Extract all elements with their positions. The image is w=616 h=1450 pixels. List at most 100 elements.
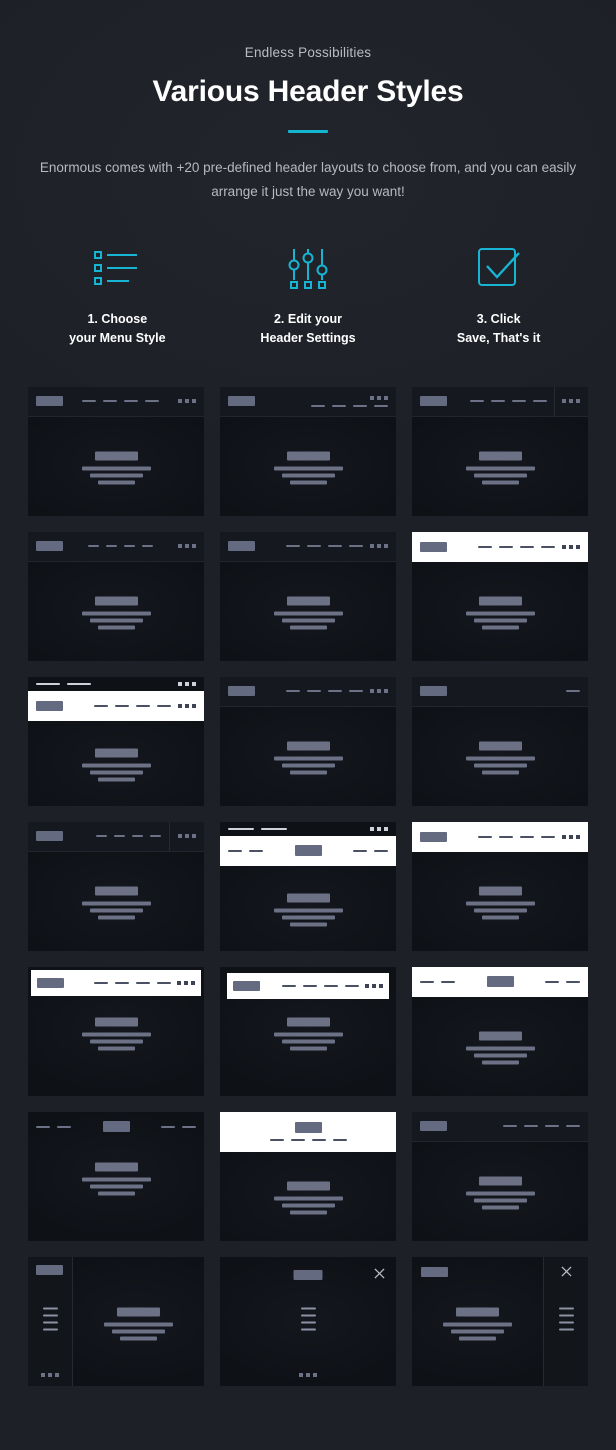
logo-block: [228, 541, 255, 552]
header-style-thumbnail-21[interactable]: [412, 1256, 588, 1386]
header-style-thumbnail-10[interactable]: [28, 821, 204, 951]
thumb-header-bar: [28, 1112, 204, 1142]
header-style-thumbnail-16[interactable]: [28, 1111, 204, 1241]
hero-placeholder: [220, 893, 396, 927]
hero-placeholder: [220, 1181, 396, 1215]
thumb-header-bar: [412, 1111, 588, 1142]
nav-items: [96, 835, 161, 838]
thumb-header-bar: [28, 690, 204, 721]
nav-items: [94, 704, 171, 707]
nav-items: [94, 981, 171, 984]
steps-section: 1. Choose your Menu Style 2. Edit your H…: [0, 240, 616, 349]
step-3-label: 3. Click Save, That's it: [456, 312, 541, 346]
header-icons: [562, 399, 580, 404]
nav-items: [470, 400, 547, 403]
close-icon[interactable]: [561, 1266, 572, 1277]
hero-placeholder: [220, 596, 396, 630]
thumb-header-bar: [220, 676, 396, 707]
header-divider: [554, 386, 555, 416]
thumb-header-bar: [220, 386, 396, 417]
header-style-thumbnail-1[interactable]: [28, 386, 204, 516]
hero-placeholder: [412, 886, 588, 920]
nav-items: [503, 1125, 580, 1128]
header-icons: [562, 834, 580, 839]
thumb-header-bar: [28, 821, 204, 852]
nav-items: [88, 545, 153, 548]
thumb-body: [412, 416, 588, 516]
header-style-thumbnail-13[interactable]: [28, 966, 204, 1096]
header-style-thumbnail-3[interactable]: [412, 386, 588, 516]
logo-block: [36, 1264, 63, 1275]
thumb-body: [412, 1141, 588, 1241]
header-style-thumbnail-2[interactable]: [220, 386, 396, 516]
thumb-body: [220, 865, 396, 951]
logo-block: [228, 396, 255, 407]
logo-block: [294, 1122, 322, 1134]
header-style-thumbnail-6[interactable]: [412, 531, 588, 661]
header-style-thumbnail-19[interactable]: [28, 1256, 204, 1386]
nav-items: [311, 404, 388, 407]
logo-block: [420, 686, 447, 697]
logo-block: [36, 831, 63, 842]
logo-block: [233, 980, 260, 991]
hero-placeholder: [28, 748, 204, 782]
thumb-body: [412, 996, 588, 1096]
nav-items: [478, 835, 555, 838]
header-icons: [370, 544, 388, 549]
logo-block: [36, 541, 63, 552]
header-style-thumbnail-9[interactable]: [412, 676, 588, 806]
header-icons: [178, 544, 196, 549]
hero-placeholder: [28, 886, 204, 920]
thumb-body: [220, 1151, 396, 1241]
header-style-thumbnail-18[interactable]: [412, 1111, 588, 1241]
hero-placeholder: [220, 741, 396, 775]
logo-block: [486, 976, 514, 988]
nav-items-left: [228, 849, 263, 852]
nav-items: [286, 545, 363, 548]
header-style-thumbnail-17[interactable]: [220, 1111, 396, 1241]
checkbox-check-icon: [403, 240, 594, 296]
header-style-thumbnail-5[interactable]: [220, 531, 396, 661]
logo-block: [293, 1269, 323, 1280]
header-icons: [370, 395, 388, 400]
header-icons: [562, 544, 580, 549]
logo-block: [421, 1266, 448, 1277]
close-icon[interactable]: [374, 1268, 385, 1279]
header-style-thumbnail-12[interactable]: [412, 821, 588, 951]
thumb-body: [220, 706, 396, 806]
thumb-header-bar: [412, 966, 588, 997]
sidebar-icons: [28, 1372, 72, 1377]
header-style-thumbnail-11[interactable]: [220, 821, 396, 951]
topbar-icons: [178, 681, 196, 686]
logo-block: [36, 700, 63, 711]
thumb-body: [73, 1256, 204, 1386]
intro-section: Endless Possibilities Various Header Sty…: [0, 0, 616, 204]
thumb-body: [28, 561, 204, 661]
header-style-thumbnail-20[interactable]: [220, 1256, 396, 1386]
thumb-header-bar: [412, 821, 588, 852]
thumb-body: [220, 416, 396, 516]
header-style-thumbnail-4[interactable]: [28, 531, 204, 661]
hero-placeholder: [412, 741, 588, 775]
nav-items-right: [545, 980, 580, 983]
bullet-list-icon: [22, 240, 213, 296]
header-style-thumbnail-15[interactable]: [412, 966, 588, 1096]
thumb-header-bar: [28, 386, 204, 417]
header-style-thumbnail-7[interactable]: [28, 676, 204, 806]
step-2: 2. Edit your Header Settings: [213, 240, 404, 349]
sidebar-nav-items: [28, 1307, 72, 1331]
hero-placeholder: [28, 451, 204, 485]
step-2-label: 2. Edit your Header Settings: [260, 312, 356, 346]
logo-block: [420, 1121, 447, 1132]
sliders-icon: [213, 240, 404, 296]
header-style-thumbnail-8[interactable]: [220, 676, 396, 806]
nav-items-left: [36, 1125, 71, 1128]
thumb-topbar: [28, 676, 204, 691]
logo-block: [420, 396, 447, 407]
header-style-thumbnail-14[interactable]: [220, 966, 396, 1096]
header-icons: [178, 399, 196, 404]
step-1-label: 1. Choose your Menu Style: [69, 312, 166, 346]
thumb-body: [412, 706, 588, 806]
header-icons: [169, 821, 204, 851]
thumb-header-bar: [220, 835, 396, 866]
